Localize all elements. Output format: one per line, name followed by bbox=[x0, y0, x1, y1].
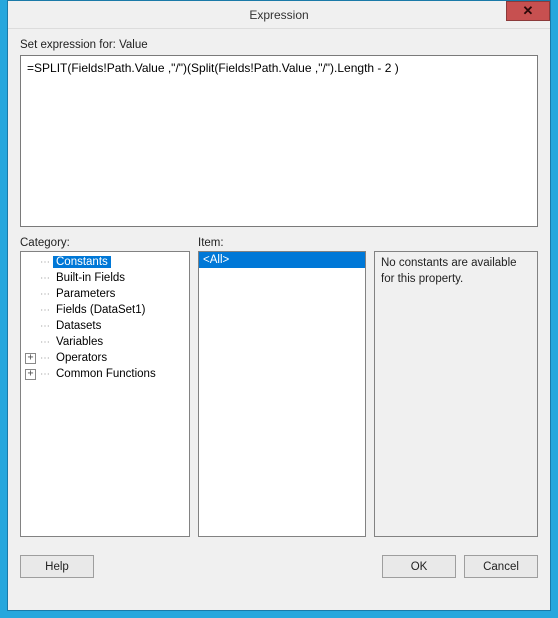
tree-item-label: Parameters bbox=[53, 288, 118, 300]
tree-item[interactable]: + ⋯Operators bbox=[21, 350, 189, 366]
tree-item-label: Constants bbox=[53, 256, 111, 268]
panel-labels-row: Category: Item: bbox=[20, 237, 538, 249]
tree-connector-icon: ⋯ bbox=[40, 369, 53, 380]
tree-item-label: Built-in Fields bbox=[53, 272, 128, 284]
expression-input[interactable] bbox=[20, 55, 538, 227]
tree-item-label: Variables bbox=[53, 336, 106, 348]
list-item[interactable]: <All> bbox=[199, 252, 365, 268]
panels-row: ⋯Constants⋯Built-in Fields⋯Parameters⋯Fi… bbox=[20, 251, 538, 537]
ok-button[interactable]: OK bbox=[382, 555, 456, 578]
category-label: Category: bbox=[20, 237, 198, 249]
tree-connector-icon: ⋯ bbox=[40, 273, 53, 284]
close-button[interactable]: ✕ bbox=[506, 1, 550, 21]
button-row: Help OK Cancel bbox=[20, 555, 538, 578]
tree-connector-icon: ⋯ bbox=[40, 289, 53, 300]
tree-item[interactable]: ⋯Constants bbox=[21, 254, 189, 270]
tree-item-label: Common Functions bbox=[53, 368, 159, 380]
tree-item[interactable]: ⋯Datasets bbox=[21, 318, 189, 334]
cancel-button[interactable]: Cancel bbox=[464, 555, 538, 578]
item-list[interactable]: <All> bbox=[198, 251, 366, 537]
tree-connector-icon: ⋯ bbox=[40, 337, 53, 348]
expand-icon[interactable]: + bbox=[25, 369, 36, 380]
tree-connector-icon: ⋯ bbox=[40, 257, 53, 268]
tree-item[interactable]: ⋯Built-in Fields bbox=[21, 270, 189, 286]
set-expression-label: Set expression for: Value bbox=[20, 39, 538, 51]
tree-item[interactable]: ⋯Variables bbox=[21, 334, 189, 350]
category-tree[interactable]: ⋯Constants⋯Built-in Fields⋯Parameters⋯Fi… bbox=[20, 251, 190, 537]
tree-item[interactable]: + ⋯Common Functions bbox=[21, 366, 189, 382]
window-title: Expression bbox=[249, 8, 308, 22]
tree-item-label: Datasets bbox=[53, 320, 104, 332]
description-panel: No constants are available for this prop… bbox=[374, 251, 538, 537]
tree-item-label: Fields (DataSet1) bbox=[53, 304, 148, 316]
item-label: Item: bbox=[198, 237, 374, 249]
close-icon: ✕ bbox=[523, 3, 534, 19]
expression-dialog: Expression ✕ Set expression for: Value C… bbox=[7, 0, 551, 611]
dialog-content: Set expression for: Value Category: Item… bbox=[8, 29, 550, 610]
expand-icon[interactable]: + bbox=[25, 353, 36, 364]
tree-connector-icon: ⋯ bbox=[40, 305, 53, 316]
titlebar: Expression ✕ bbox=[8, 1, 550, 29]
tree-item-label: Operators bbox=[53, 352, 110, 364]
tree-connector-icon: ⋯ bbox=[40, 353, 53, 364]
tree-item[interactable]: ⋯Fields (DataSet1) bbox=[21, 302, 189, 318]
help-button[interactable]: Help bbox=[20, 555, 94, 578]
tree-item[interactable]: ⋯Parameters bbox=[21, 286, 189, 302]
tree-connector-icon: ⋯ bbox=[40, 321, 53, 332]
